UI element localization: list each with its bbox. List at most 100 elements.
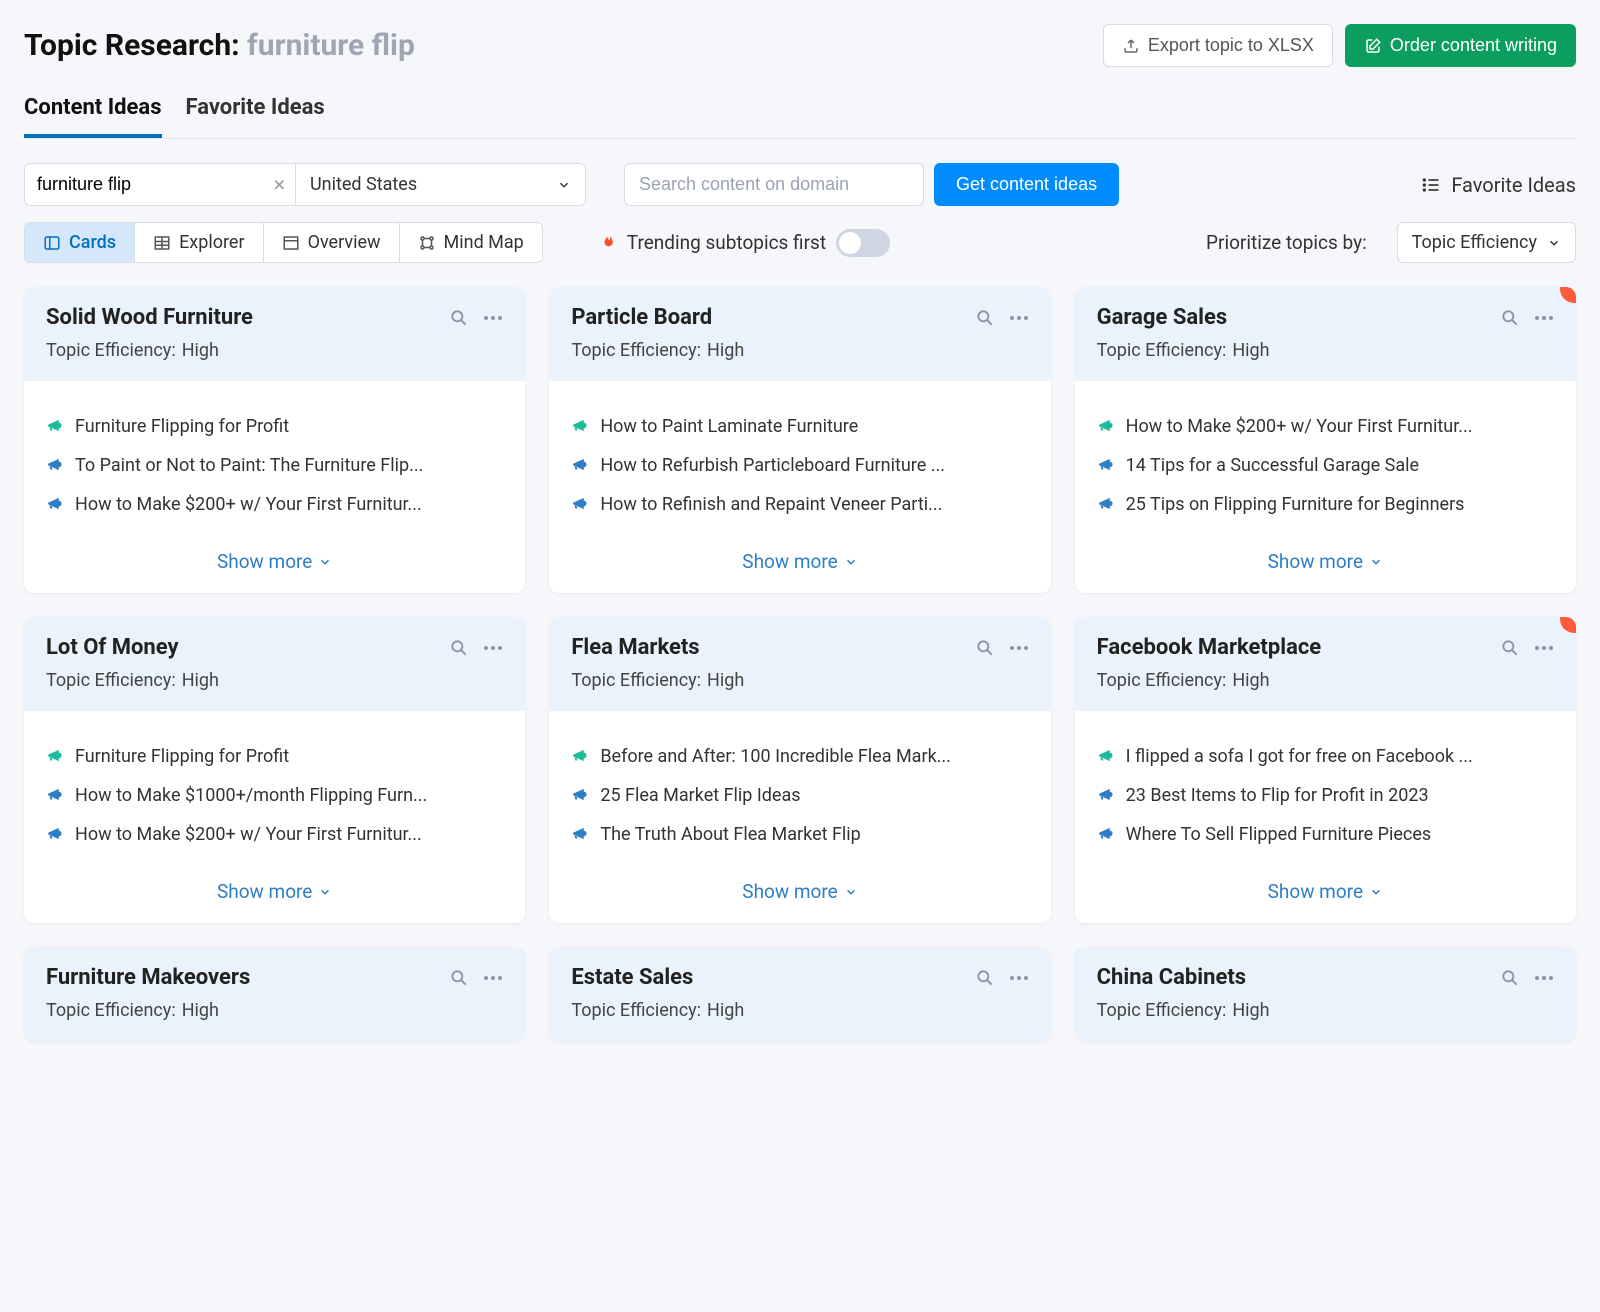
card-title: Garage Sales	[1097, 305, 1227, 330]
search-icon[interactable]	[1500, 308, 1520, 328]
megaphone-icon	[1097, 786, 1114, 803]
megaphone-icon	[46, 495, 63, 512]
headline-text: Before and After: 100 Incredible Flea Ma…	[600, 746, 951, 767]
headline-item[interactable]: How to Paint Laminate Furniture	[571, 407, 1028, 446]
megaphone-icon	[1097, 417, 1114, 434]
card-title: Facebook Marketplace	[1097, 635, 1322, 660]
search-icon[interactable]	[449, 968, 469, 988]
headline-item[interactable]: 14 Tips for a Successful Garage Sale	[1097, 446, 1554, 485]
headline-text: How to Make $200+ w/ Your First Furnitur…	[75, 824, 422, 845]
card-title: Furniture Makeovers	[46, 965, 250, 990]
headline-item[interactable]: Where To Sell Flipped Furniture Pieces	[1097, 815, 1554, 854]
headline-item[interactable]: Before and After: 100 Incredible Flea Ma…	[571, 737, 1028, 776]
headline-text: Where To Sell Flipped Furniture Pieces	[1126, 824, 1432, 845]
trending-toggle[interactable]	[836, 229, 890, 257]
favorite-ideas-link[interactable]: Favorite Ideas	[1421, 173, 1576, 197]
megaphone-icon	[571, 825, 588, 842]
headline-item[interactable]: How to Make $200+ w/ Your First Furnitur…	[1097, 407, 1554, 446]
headline-item[interactable]: How to Refurbish Particleboard Furniture…	[571, 446, 1028, 485]
card-title: Flea Markets	[571, 635, 699, 660]
card-title: China Cabinets	[1097, 965, 1246, 990]
show-more-link[interactable]: Show more	[549, 862, 1050, 923]
headline-item[interactable]: I flipped a sofa I got for free on Faceb…	[1097, 737, 1554, 776]
title-query: furniture flip	[247, 28, 415, 63]
headline-item[interactable]: 23 Best Items to Flip for Profit in 2023	[1097, 776, 1554, 815]
list-icon	[1421, 175, 1441, 195]
clear-icon[interactable]: ✕	[273, 175, 286, 194]
mindmap-icon	[418, 234, 436, 252]
country-select[interactable]: United States	[296, 163, 586, 206]
headline-item[interactable]: How to Make $200+ w/ Your First Furnitur…	[46, 815, 503, 854]
chevron-down-icon	[318, 885, 332, 899]
efficiency-label: Topic Efficiency:High	[571, 670, 1028, 691]
efficiency-label: Topic Efficiency:High	[1097, 340, 1554, 361]
headline-item[interactable]: How to Make $1000+/month Flipping Furn..…	[46, 776, 503, 815]
upload-icon	[1122, 37, 1140, 55]
headline-text: How to Make $1000+/month Flipping Furn..…	[75, 785, 427, 806]
prioritize-label: Prioritize topics by:	[1206, 231, 1367, 254]
table-icon	[153, 234, 171, 252]
more-icon[interactable]	[1534, 315, 1554, 321]
headline-item[interactable]: 25 Tips on Flipping Furniture for Beginn…	[1097, 485, 1554, 524]
topic-card: Particle Board Topic Efficiency:High How…	[549, 287, 1050, 593]
headline-text: 23 Best Items to Flip for Profit in 2023	[1126, 785, 1429, 806]
more-icon[interactable]	[1009, 315, 1029, 321]
card-title: Solid Wood Furniture	[46, 305, 253, 330]
search-icon[interactable]	[449, 308, 469, 328]
view-overview[interactable]: Overview	[264, 223, 400, 262]
view-cards[interactable]: Cards	[25, 223, 135, 262]
megaphone-icon	[46, 825, 63, 842]
search-icon[interactable]	[1500, 638, 1520, 658]
show-more-link[interactable]: Show more	[24, 532, 525, 593]
more-icon[interactable]	[1534, 975, 1554, 981]
topic-card: Solid Wood Furniture Topic Efficiency:Hi…	[24, 287, 525, 593]
cards-icon	[43, 234, 61, 252]
headline-item[interactable]: The Truth About Flea Market Flip	[571, 815, 1028, 854]
search-icon[interactable]	[449, 638, 469, 658]
chevron-down-icon	[1369, 885, 1383, 899]
order-button[interactable]: Order content writing	[1345, 24, 1576, 67]
headline-item[interactable]: 25 Flea Market Flip Ideas	[571, 776, 1028, 815]
headline-item[interactable]: Furniture Flipping for Profit	[46, 737, 503, 776]
search-icon[interactable]	[975, 968, 995, 988]
more-icon[interactable]	[1534, 645, 1554, 651]
more-icon[interactable]	[1009, 975, 1029, 981]
headline-item[interactable]: Furniture Flipping for Profit	[46, 407, 503, 446]
search-icon[interactable]	[1500, 968, 1520, 988]
efficiency-label: Topic Efficiency:High	[46, 1000, 503, 1021]
show-more-link[interactable]: Show more	[24, 862, 525, 923]
tab-favorite-ideas[interactable]: Favorite Ideas	[186, 95, 325, 138]
more-icon[interactable]	[483, 315, 503, 321]
show-more-link[interactable]: Show more	[1075, 532, 1576, 593]
page-title: Topic Research: furniture flip	[24, 28, 415, 63]
get-ideas-button[interactable]: Get content ideas	[934, 163, 1119, 206]
headline-text: I flipped a sofa I got for free on Faceb…	[1126, 746, 1473, 767]
domain-input[interactable]	[624, 163, 924, 206]
search-icon[interactable]	[975, 308, 995, 328]
headline-item[interactable]: To Paint or Not to Paint: The Furniture …	[46, 446, 503, 485]
view-mindmap[interactable]: Mind Map	[400, 223, 542, 262]
export-button[interactable]: Export topic to XLSX	[1103, 24, 1333, 67]
headline-item[interactable]: How to Make $200+ w/ Your First Furnitur…	[46, 485, 503, 524]
topic-card: Facebook Marketplace Topic Efficiency:Hi…	[1075, 617, 1576, 923]
prioritize-select[interactable]: Topic Efficiency	[1397, 222, 1576, 263]
card-title: Estate Sales	[571, 965, 693, 990]
headline-text: 25 Flea Market Flip Ideas	[600, 785, 800, 806]
view-explorer[interactable]: Explorer	[135, 223, 264, 262]
more-icon[interactable]	[483, 645, 503, 651]
overview-icon	[282, 234, 300, 252]
efficiency-label: Topic Efficiency:High	[571, 340, 1028, 361]
edit-icon	[1364, 37, 1382, 55]
tab-content-ideas[interactable]: Content Ideas	[24, 95, 162, 138]
show-more-link[interactable]: Show more	[1075, 862, 1576, 923]
efficiency-label: Topic Efficiency:High	[46, 340, 503, 361]
chevron-down-icon	[557, 178, 571, 192]
more-icon[interactable]	[483, 975, 503, 981]
show-more-link[interactable]: Show more	[549, 532, 1050, 593]
search-icon[interactable]	[975, 638, 995, 658]
megaphone-icon	[571, 747, 588, 764]
more-icon[interactable]	[1009, 645, 1029, 651]
headline-text: Furniture Flipping for Profit	[75, 416, 289, 437]
headline-item[interactable]: How to Refinish and Repaint Veneer Parti…	[571, 485, 1028, 524]
keyword-input[interactable]	[24, 163, 296, 206]
